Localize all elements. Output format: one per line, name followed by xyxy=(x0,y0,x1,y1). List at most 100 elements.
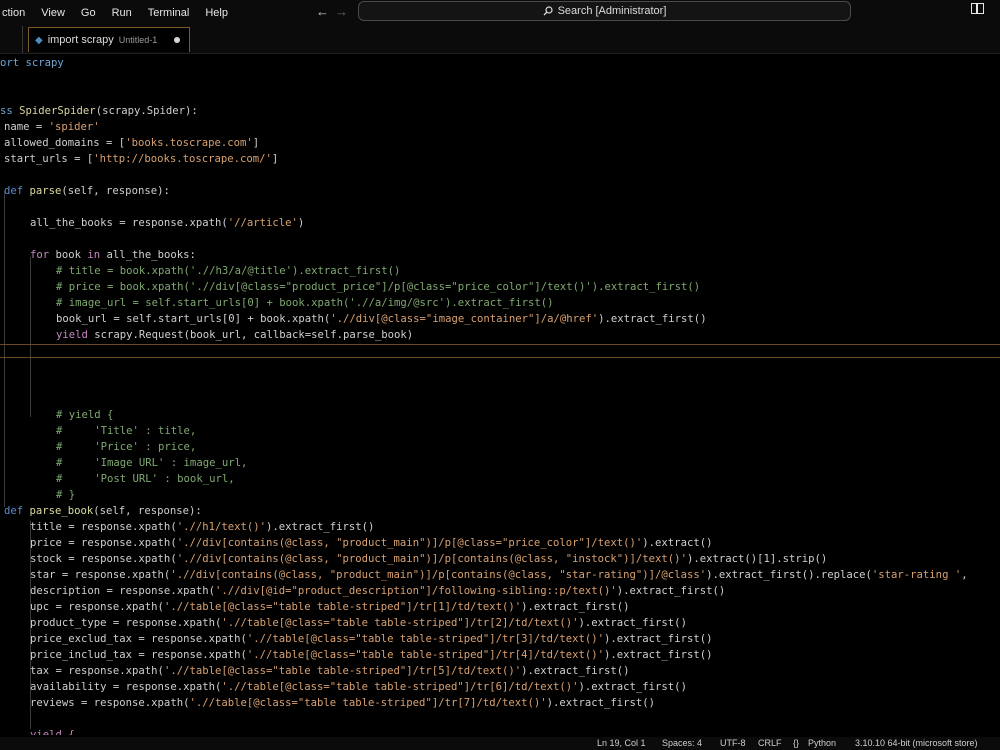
code-line[interactable]: tax = response.xpath('.//table[@class="t… xyxy=(30,663,630,679)
menu-run[interactable]: Run xyxy=(104,7,140,19)
code-line[interactable]: ort scrapy xyxy=(0,55,64,71)
code-line[interactable]: book_url = self.start_urls[0] + book.xpa… xyxy=(56,311,707,327)
code-token: 'http://books.toscrape.com/' xyxy=(93,153,272,165)
status-indentation[interactable]: Spaces: 4 xyxy=(662,738,702,748)
code-token: ).extract_first() xyxy=(604,633,713,645)
code-token: for xyxy=(30,249,56,261)
indent-guide xyxy=(30,257,31,417)
menu-selection[interactable]: ction xyxy=(0,7,33,19)
code-token: # price = book.xpath('.//div[@class="pro… xyxy=(56,281,701,293)
code-token: title = response.xpath( xyxy=(30,521,177,533)
code-token: tax = response.xpath( xyxy=(30,665,164,677)
toggle-sidebar-icon[interactable] xyxy=(971,3,984,14)
tab-untitled-1[interactable]: ◆ import scrapy Untitled-1 xyxy=(28,27,190,52)
command-center-search[interactable]: Search [Administrator] xyxy=(358,1,851,21)
code-line[interactable]: description = response.xpath('.//div[@id… xyxy=(30,583,725,599)
code-line[interactable]: # } xyxy=(56,487,75,503)
tab-subtitle: Untitled-1 xyxy=(118,35,158,45)
code-token: reviews = response.xpath( xyxy=(30,697,190,709)
code-token: (scrapy.Spider): xyxy=(95,105,198,117)
code-line[interactable]: yield scrapy.Request(book_url, callback=… xyxy=(56,327,413,343)
code-token: '//article' xyxy=(227,217,298,229)
code-line[interactable]: product_type = response.xpath('.//table[… xyxy=(30,615,687,631)
code-line[interactable]: allowed_domains = ['books.toscrape.com'] xyxy=(4,135,259,151)
status-bar: Ln 19, Col 1 Spaces: 4 UTF-8 CRLF {} Pyt… xyxy=(0,737,1000,750)
code-token: './/table[@class="table table-striped"]/… xyxy=(246,649,605,661)
code-token: './/div[contains(@class, "product_main")… xyxy=(170,569,707,581)
code-line[interactable]: price = response.xpath('.//div[contains(… xyxy=(30,535,712,551)
status-encoding[interactable]: UTF-8 xyxy=(720,738,746,748)
menu-terminal[interactable]: Terminal xyxy=(140,7,198,19)
menu-help[interactable]: Help xyxy=(197,7,236,19)
code-token: product_type = response.xpath( xyxy=(30,617,222,629)
code-token: './/div[contains(@class, "product_main")… xyxy=(176,537,643,549)
code-token: './/table[@class="table table-striped"]/… xyxy=(163,665,522,677)
code-token: ).extract_first() xyxy=(266,521,375,533)
menu-view[interactable]: View xyxy=(33,7,73,19)
code-line[interactable]: # 'Price' : price, xyxy=(56,439,196,455)
code-token: in xyxy=(87,249,107,261)
code-line[interactable]: # 'Title' : title, xyxy=(56,423,196,439)
code-token: ).extract() xyxy=(642,537,713,549)
code-line[interactable]: # yield { xyxy=(56,407,113,423)
code-editor[interactable]: ort scrapy ss SpiderSpider(scrapy.Spider)… xyxy=(0,55,1000,735)
code-line[interactable]: for book in all_the_books: xyxy=(30,247,196,263)
code-line[interactable]: reviews = response.xpath('.//table[@clas… xyxy=(30,695,655,711)
code-line[interactable]: availability = response.xpath('.//table[… xyxy=(30,679,687,695)
code-token: description = response.xpath( xyxy=(30,585,215,597)
code-token: SpiderSpider xyxy=(19,105,96,117)
code-line[interactable]: stock = response.xpath('.//div[contains(… xyxy=(30,551,827,567)
code-line[interactable]: price_exclud_tax = response.xpath('.//ta… xyxy=(30,631,712,647)
code-line[interactable]: name = 'spider' xyxy=(4,119,100,135)
status-eol[interactable]: CRLF xyxy=(758,738,782,748)
braces-icon: {} xyxy=(793,738,800,748)
code-line[interactable]: # 'Post URL' : book_url, xyxy=(56,471,235,487)
code-line[interactable]: ss SpiderSpider(scrapy.Spider): xyxy=(0,103,198,119)
code-line[interactable]: yield { xyxy=(30,727,75,735)
code-token: './/table[@class="table table-striped"]/… xyxy=(221,617,579,629)
current-line-highlight xyxy=(0,344,1000,358)
code-line[interactable]: # title = book.xpath('.//h3/a/@title').e… xyxy=(56,263,400,279)
status-language[interactable]: Python xyxy=(808,738,836,748)
code-line[interactable]: start_urls = ['http://books.toscrape.com… xyxy=(4,151,278,167)
code-line[interactable]: title = response.xpath('.//h1/text()').e… xyxy=(30,519,374,535)
code-token: ).extract_first() xyxy=(578,681,687,693)
code-token: ).extract_first() xyxy=(521,665,630,677)
unsaved-dot-icon[interactable] xyxy=(174,37,180,43)
code-token: allowed_domains = [ xyxy=(4,137,126,149)
status-interpreter[interactable]: 3.10.10 64-bit (microsoft store) xyxy=(855,738,978,748)
code-line[interactable]: def parse_book(self, response): xyxy=(4,503,202,519)
previous-tab-edge[interactable] xyxy=(0,26,23,53)
code-token: 'star-rating ' xyxy=(871,569,962,581)
code-token: './/table[@class="table table-striped"]/… xyxy=(163,601,522,613)
back-arrow-icon[interactable]: ← xyxy=(316,4,329,19)
code-line[interactable]: # 'Image URL' : image_url, xyxy=(56,455,247,471)
code-line[interactable]: upc = response.xpath('.//table[@class="t… xyxy=(30,599,630,615)
code-token: ).extract_first() xyxy=(546,697,656,709)
code-token: all_the_books: xyxy=(106,249,196,261)
code-token: './/div[contains(@class, "product_main")… xyxy=(176,553,687,565)
status-cursor-position[interactable]: Ln 19, Col 1 xyxy=(597,738,646,748)
menu-bar: ction View Go Run Terminal Help xyxy=(0,7,236,19)
code-token: # 'Price' : price, xyxy=(56,441,197,453)
code-token: book xyxy=(55,249,88,261)
code-token: start_urls = [ xyxy=(4,153,94,165)
code-line[interactable]: # price = book.xpath('.//div[@class="pro… xyxy=(56,279,700,295)
code-token: './/table[@class="table table-striped"]/… xyxy=(189,697,547,709)
menu-go[interactable]: Go xyxy=(73,7,104,19)
code-line[interactable]: star = response.xpath('.//div[contains(@… xyxy=(30,567,968,583)
code-token: ort scrapy xyxy=(0,57,64,69)
code-line[interactable]: def parse(self, response): xyxy=(4,183,170,199)
code-token: all_the_books = response.xpath( xyxy=(30,217,228,229)
forward-arrow-icon[interactable]: → xyxy=(335,4,348,19)
code-line[interactable]: # image_url = self.start_urls[0] + book.… xyxy=(56,295,553,311)
code-line[interactable]: price_includ_tax = response.xpath('.//ta… xyxy=(30,647,712,663)
code-token: parse xyxy=(29,185,62,197)
code-token: ).extract()[1].strip() xyxy=(686,553,828,565)
code-token: ss xyxy=(0,105,20,117)
code-line[interactable]: all_the_books = response.xpath('//articl… xyxy=(30,215,304,231)
code-token: ).extract_first() xyxy=(604,649,713,661)
code-token: # } xyxy=(56,489,76,501)
code-token: 'books.toscrape.com' xyxy=(125,137,253,149)
code-token: book_url = self.start_urls[0] + book.xpa… xyxy=(56,313,331,325)
